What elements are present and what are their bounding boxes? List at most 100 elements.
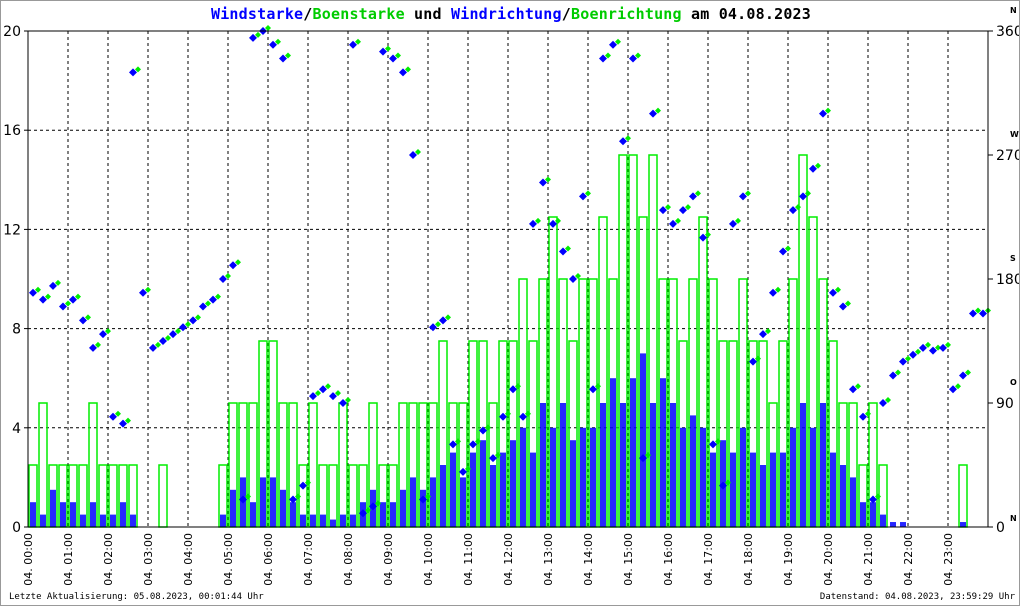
compass-label: S [1010, 254, 1016, 263]
speed-bar [570, 440, 576, 527]
speed-bar [300, 514, 306, 527]
speed-bar [520, 427, 526, 527]
speed-bar [690, 415, 696, 527]
speed-bar [260, 477, 266, 527]
speed-bar [430, 477, 436, 527]
y-tick-label: 8 [12, 322, 21, 338]
x-tick-label: 04. 19:00 [782, 533, 795, 586]
speed-bar [40, 514, 46, 527]
x-tick-label: 04. 22:00 [902, 533, 915, 586]
speed-bar [90, 502, 96, 527]
speed-bar [640, 353, 646, 527]
speed-bar [730, 452, 736, 527]
x-tick-label: 04. 04:00 [182, 533, 195, 586]
speed-bar [510, 440, 516, 527]
speed-bar [740, 427, 746, 527]
speed-bar [660, 378, 666, 527]
speed-bar [80, 514, 86, 527]
x-tick-label: 04. 17:00 [702, 533, 715, 586]
gust-bar [38, 402, 48, 528]
x-tick-label: 04. 11:00 [462, 533, 475, 586]
gust-bar [958, 464, 968, 528]
speed-bar [310, 514, 316, 527]
y-tick-label: 12 [3, 222, 21, 238]
last-update-label: Letzte Aktualisierung: 05.08.2023, 00:01… [9, 592, 264, 602]
x-tick-label: 04. 16:00 [662, 533, 675, 586]
speed-bar [480, 440, 486, 527]
speed-bar [600, 403, 606, 527]
chart-window: Windstarke/Boenstarke und Windrichtung/B… [0, 0, 1020, 606]
x-tick-label: 04. 14:00 [582, 533, 595, 586]
y2-tick-label: 90 [996, 396, 1014, 412]
speed-bar [450, 452, 456, 527]
speed-bar [60, 502, 66, 527]
y2-tick-label: 360 [996, 24, 1020, 40]
speed-bar [290, 502, 296, 527]
speed-bar [470, 452, 476, 527]
y2-tick-label: 270 [996, 148, 1020, 164]
speed-bar [710, 452, 716, 527]
speed-bar [870, 502, 876, 527]
speed-bar [500, 452, 506, 527]
x-tick-label: 04. 05:00 [222, 533, 235, 586]
speed-bar [320, 514, 326, 527]
speed-bar [560, 403, 566, 527]
speed-bar [760, 465, 766, 527]
speed-bar [810, 427, 816, 527]
speed-bar [550, 427, 556, 527]
speed-bar [830, 452, 836, 527]
speed-bar [130, 514, 136, 527]
speed-bar [120, 502, 126, 527]
speed-bar [900, 522, 906, 527]
data-state-label: Datenstand: 04.08.2023, 23:59:29 Uhr [819, 592, 1015, 602]
speed-bar [750, 452, 756, 527]
speed-bar [800, 403, 806, 527]
speed-bar [840, 465, 846, 527]
speed-bar [580, 427, 586, 527]
speed-bar [390, 502, 396, 527]
speed-bar [250, 502, 256, 527]
wind-chart: 04. 00:00 04. 01:00 04. 02:00 04. 03:00 04. … [3, 6, 1020, 586]
speed-bar [340, 514, 346, 527]
x-tick-label: 04. 15:00 [622, 533, 635, 586]
x-tick-label: 04. 03:00 [142, 533, 155, 586]
y2-tick-label: 180 [996, 272, 1020, 288]
speed-bar [110, 514, 116, 527]
x-tick-label: 04. 20:00 [822, 533, 835, 586]
x-tick-label: 04. 01:00 [62, 533, 75, 586]
speed-bar [620, 403, 626, 527]
speed-bar [220, 514, 226, 527]
speed-bar [410, 477, 416, 527]
speed-bar [440, 465, 446, 527]
speed-bar [270, 477, 276, 527]
x-tick-label: 04. 12:00 [502, 533, 515, 586]
y2-tick-label: 0 [996, 520, 1005, 536]
speed-bar [530, 452, 536, 527]
x-tick-label: 04. 13:00 [542, 533, 555, 586]
speed-bar [630, 378, 636, 527]
y-tick-label: 0 [12, 520, 21, 536]
speed-bar [700, 427, 706, 527]
x-tick-label: 04. 23:00 [942, 533, 955, 586]
speed-bar [540, 403, 546, 527]
speed-bar [230, 489, 236, 527]
x-tick-label: 04. 18:00 [742, 533, 755, 586]
speed-bar [490, 465, 496, 527]
speed-bar [30, 502, 36, 527]
x-tick-label: 04. 00:00 [22, 533, 35, 586]
x-tick-label: 04. 21:00 [862, 533, 875, 586]
speed-bar [850, 477, 856, 527]
gust-bar [158, 464, 168, 528]
speed-bar [670, 403, 676, 527]
speed-bar [960, 522, 966, 527]
speed-bar [50, 489, 56, 527]
speed-bar [680, 427, 686, 527]
speed-bar [770, 452, 776, 527]
speed-bar [280, 489, 286, 527]
speed-bar [70, 502, 76, 527]
x-tick-label: 04. 06:00 [262, 533, 275, 586]
compass-label: N [1010, 514, 1017, 523]
speed-bar [790, 427, 796, 527]
y-tick-label: 4 [12, 421, 21, 437]
speed-bar [880, 514, 886, 527]
